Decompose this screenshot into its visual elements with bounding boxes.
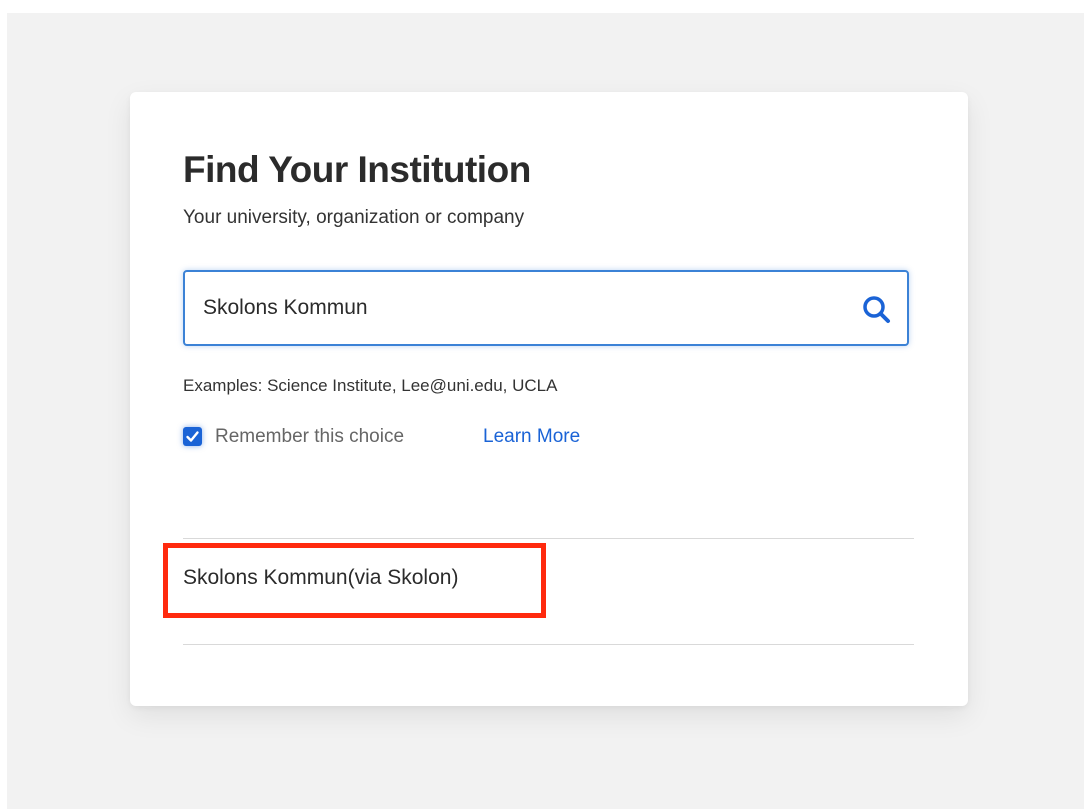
examples-hint: Examples: Science Institute, Lee@uni.edu… [183, 376, 558, 395]
page-subtitle: Your university, organization or company [183, 207, 525, 228]
institution-search-card: Find Your Institution Your university, o… [130, 92, 968, 706]
search-icon[interactable] [861, 294, 893, 326]
search-input[interactable] [203, 272, 843, 344]
search-field [183, 270, 909, 346]
learn-more-link[interactable]: Learn More [483, 425, 580, 449]
checkmark-icon [186, 431, 199, 442]
results-divider-bottom [183, 644, 914, 645]
result-item-skolons-kommun[interactable]: Skolons Kommun(via Skolon) [183, 564, 458, 592]
results-divider-top [183, 538, 914, 539]
remember-choice-label: Remember this choice [215, 426, 405, 447]
remember-checkbox[interactable] [183, 427, 202, 446]
page-title: Find Your Institution [183, 149, 531, 190]
remember-choice-row: Remember this choice Learn More [183, 425, 683, 449]
